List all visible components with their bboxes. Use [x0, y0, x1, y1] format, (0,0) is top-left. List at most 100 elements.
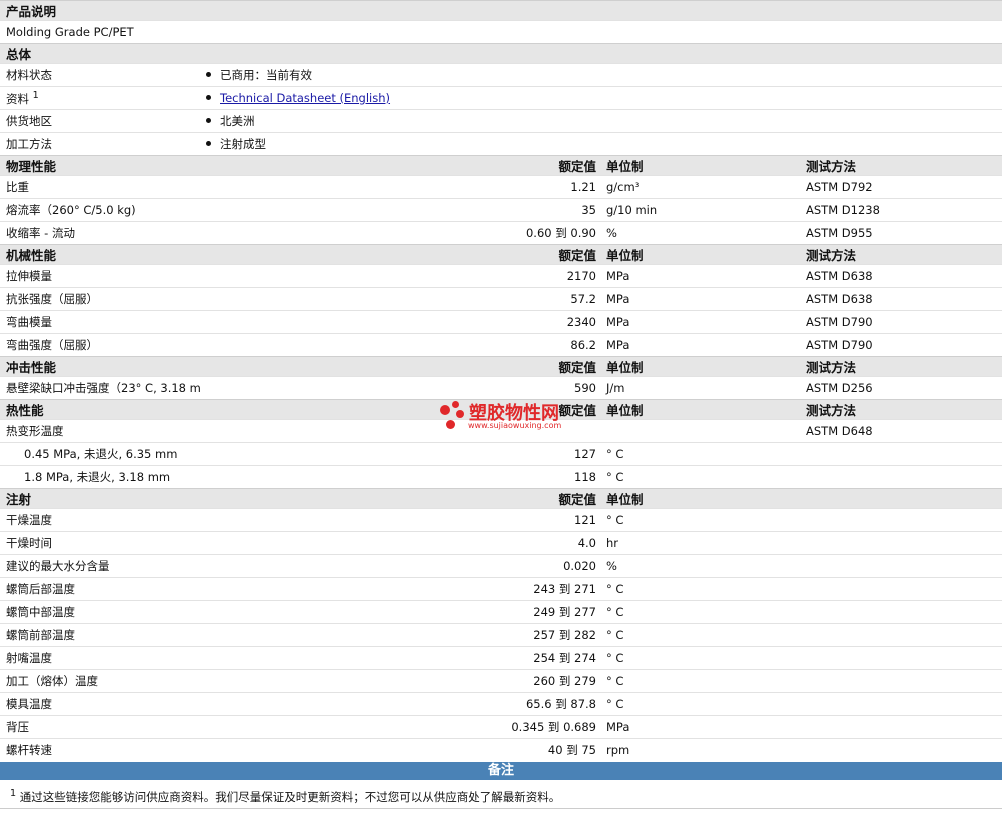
property-unit: MPa [600, 333, 800, 357]
property-unit: ° C [600, 623, 800, 647]
column-header-value: 额定值 [200, 155, 600, 176]
general-row: 供货地区 北美洲 [0, 109, 1002, 133]
property-row: 模具温度 65.6 到 87.8 ° C [0, 692, 1002, 716]
property-label: 收缩率 - 流动 [0, 221, 200, 245]
general-label: 加工方法 [0, 132, 200, 156]
property-unit: MPa [600, 287, 800, 311]
general-value-text: 已商用：当前有效 [220, 68, 312, 82]
property-unit: ° C [600, 442, 800, 466]
general-header: 总体 [0, 43, 1002, 64]
property-row: 1.8 MPa, 未退火, 3.18 mm 118 ° C [0, 465, 1002, 489]
notes-header: 备注 [0, 762, 1002, 780]
property-row: 螺筒前部温度 257 到 282 ° C [0, 623, 1002, 647]
column-header-method: 测试方法 [800, 244, 1002, 265]
general-value: Technical Datasheet (English) [200, 86, 1002, 110]
property-label: 抗张强度（屈服） [0, 287, 200, 311]
property-label: 比重 [0, 175, 200, 199]
property-label: 螺筒中部温度 [0, 600, 200, 624]
property-row: 热变形温度 ASTM D648 [0, 419, 1002, 443]
property-unit: MPa [600, 264, 800, 288]
property-value: 254 到 274 [200, 646, 600, 670]
property-row: 背压 0.345 到 0.689 MPa [0, 715, 1002, 739]
property-unit: ° C [600, 669, 800, 693]
property-method: ASTM D790 [800, 333, 1002, 357]
property-method [800, 600, 1002, 624]
general-label-text: 加工方法 [6, 137, 52, 151]
property-value: 257 到 282 [200, 623, 600, 647]
property-value: 243 到 271 [200, 577, 600, 601]
section-header: 物理性能 额定值 单位制 测试方法 [0, 155, 1002, 176]
property-method: ASTM D1238 [800, 198, 1002, 222]
property-row: 抗张强度（屈服） 57.2 MPa ASTM D638 [0, 287, 1002, 311]
general-label-text: 材料状态 [6, 68, 52, 82]
column-header-unit: 单位制 [600, 488, 800, 509]
property-value: 65.6 到 87.8 [200, 692, 600, 716]
section-header-product: 产品说明 [0, 0, 1002, 21]
property-unit [600, 419, 800, 443]
property-row: 弯曲模量 2340 MPa ASTM D790 [0, 310, 1002, 334]
property-row: 建议的最大水分含量 0.020% [0, 554, 1002, 578]
property-unit: ° C [600, 508, 800, 532]
datasheet-link[interactable]: Technical Datasheet (English) [220, 91, 390, 105]
property-row: 悬壁梁缺口冲击强度（23° C, 3.18 mm) 590 J/m ASTM D256 [0, 376, 1002, 400]
property-value: 118 [200, 465, 600, 489]
column-header-unit: 单位制 [600, 244, 800, 265]
section-title: 机械性能 [0, 244, 200, 265]
property-value: 260 到 279 [200, 669, 600, 693]
property-unit: ° C [600, 646, 800, 670]
property-method [800, 646, 1002, 670]
property-method: ASTM D638 [800, 287, 1002, 311]
property-value: 35 [200, 198, 600, 222]
product-name-row: Molding Grade PC/PET [0, 20, 1002, 44]
property-value: 0.60 到 0.90 [200, 221, 600, 245]
property-method [800, 465, 1002, 489]
general-label: 材料状态 [0, 63, 200, 87]
property-label: 0.45 MPa, 未退火, 6.35 mm [0, 442, 200, 466]
property-unit: hr [600, 531, 800, 555]
general-value: 北美洲 [200, 109, 1002, 133]
property-row: 螺筒中部温度 249 到 277 ° C [0, 600, 1002, 624]
property-row: 比重 1.21 g/cm³ ASTM D792 [0, 175, 1002, 199]
bullet-icon [206, 141, 211, 146]
property-value [200, 419, 600, 443]
property-method: ASTM D955 [800, 221, 1002, 245]
section-header: 注射 额定值 单位制 [0, 488, 1002, 509]
notes-footnote-marker: 1 [10, 788, 17, 799]
property-label: 螺杆转速 [0, 738, 200, 761]
property-label: 熔流率（260° C/5.0 kg) [0, 198, 200, 222]
column-header-unit: 单位制 [600, 399, 800, 420]
column-header-method: 测试方法 [800, 356, 1002, 377]
property-unit: % [600, 221, 800, 245]
property-unit: % [600, 554, 800, 578]
general-value-text: 注射成型 [220, 137, 266, 151]
bullet-icon [206, 95, 211, 100]
property-value: 121 [200, 508, 600, 532]
column-header-method: 测试方法 [800, 155, 1002, 176]
notes-text-row: 1 通过这些链接您能够访问供应商资料。我们尽量保证及时更新资料；不过您可以从供应… [0, 780, 1002, 809]
section-header: 热性能 额定值 单位制 测试方法 [0, 399, 1002, 420]
property-unit: g/cm³ [600, 175, 800, 199]
property-label: 1.8 MPa, 未退火, 3.18 mm [0, 465, 200, 489]
product-header: 产品说明 [0, 0, 1002, 21]
property-method [800, 554, 1002, 578]
property-value: 0.345 到 0.689 [200, 715, 600, 739]
property-label: 螺筒后部温度 [0, 577, 200, 601]
property-label: 热变形温度 [0, 419, 200, 443]
section-title: 热性能 [0, 399, 200, 420]
property-label: 模具温度 [0, 692, 200, 716]
property-label: 螺筒前部温度 [0, 623, 200, 647]
column-header-value: 额定值 [200, 356, 600, 377]
property-row: 干燥时间 4.0 hr [0, 531, 1002, 555]
property-value: 2170 [200, 264, 600, 288]
property-method: ASTM D256 [800, 376, 1002, 400]
property-method [800, 715, 1002, 739]
column-header-value: 额定值 [200, 244, 600, 265]
property-value: 4.0 [200, 531, 600, 555]
property-method [800, 508, 1002, 532]
property-row: 0.45 MPa, 未退火, 6.35 mm 127 ° C [0, 442, 1002, 466]
property-value: 57.2 [200, 287, 600, 311]
general-row: 资料 1 Technical Datasheet (English) [0, 86, 1002, 110]
property-label: 干燥时间 [0, 531, 200, 555]
general-value: 已商用：当前有效 [200, 63, 1002, 87]
general-label: 供货地区 [0, 109, 200, 133]
